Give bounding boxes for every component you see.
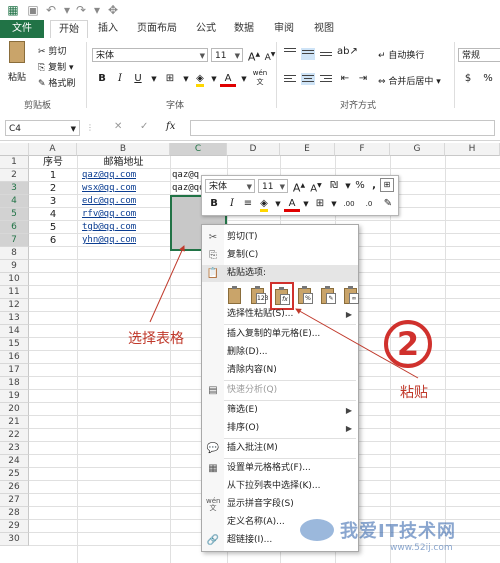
watermark-text: 我爱IT技术网 (340, 521, 456, 542)
step-number-badge: 2 (384, 320, 432, 368)
watermark: 我爱IT技术网 www.52ij.com (300, 513, 496, 559)
annotation-arrows (149, 245, 419, 379)
select-table-annotation: 选择表格 (128, 331, 184, 347)
select-table-arrow (149, 245, 185, 323)
watermark-logo-icon (300, 519, 334, 541)
watermark-url: www.52ij.com (390, 543, 453, 553)
paste-annotation: 粘贴 (400, 385, 428, 401)
